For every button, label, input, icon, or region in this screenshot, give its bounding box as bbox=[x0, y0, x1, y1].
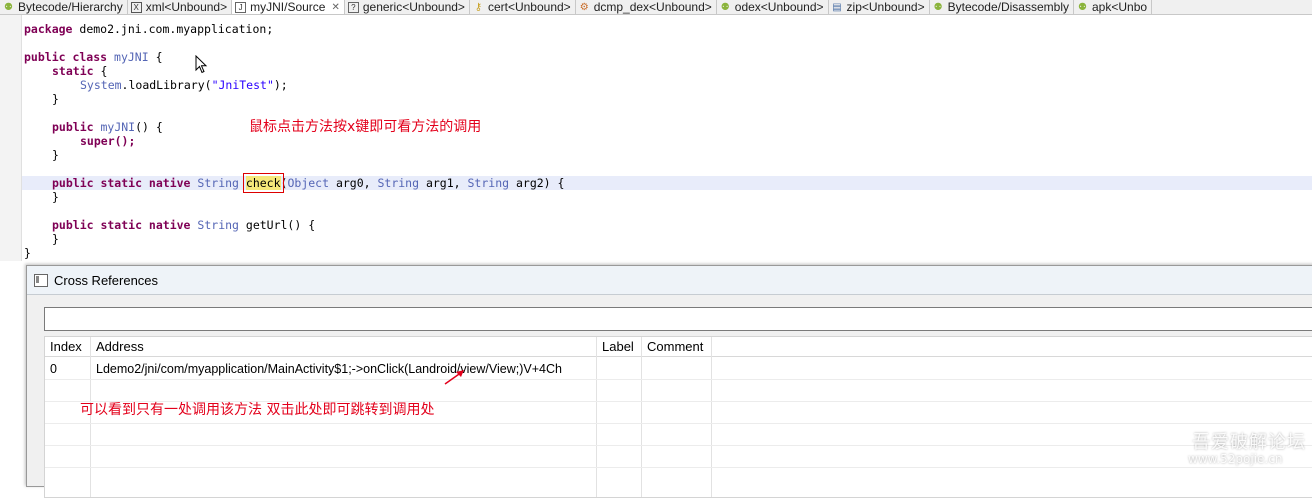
editor-annotation: 鼠标点击方法按x键即可看方法的调用 bbox=[249, 119, 482, 135]
editor-gutter bbox=[0, 15, 22, 261]
source-editor[interactable]: package demo2.jni.com.myapplication; pub… bbox=[0, 15, 1312, 261]
tab-0[interactable]: ⚉ Bytecode/Hierarchy bbox=[0, 0, 128, 14]
mouse-pointer-icon bbox=[195, 55, 208, 74]
cell-comment[interactable] bbox=[642, 358, 712, 380]
gear-icon: ⚙ bbox=[579, 1, 589, 13]
cross-references-window[interactable]: Cross References Index Address Label Com… bbox=[26, 265, 1312, 498]
tab-label: Bytecode/Disassembly bbox=[947, 0, 1069, 14]
column-header-index[interactable]: Index bbox=[45, 337, 91, 357]
tab-5[interactable]: ⚙ dcmp_dex<Unbound> bbox=[576, 0, 717, 14]
code-line-close: } bbox=[52, 92, 59, 106]
tab-label: xml<Unbound> bbox=[145, 0, 228, 14]
window-title-bar[interactable]: Cross References bbox=[27, 266, 1312, 295]
column-header-comment[interactable]: Comment bbox=[642, 337, 712, 357]
red-arrow-icon bbox=[444, 370, 464, 385]
code-line-close: } bbox=[52, 232, 59, 246]
tab-9[interactable]: ⚉ apk<Unbo bbox=[1074, 0, 1153, 14]
watermark-title: 吾爱破解论坛 bbox=[1192, 432, 1306, 453]
xref-table[interactable]: Index Address Label Comment 0 Ldemo2/jni… bbox=[44, 336, 1312, 498]
tab-8[interactable]: ⚉ Bytecode/Disassembly bbox=[930, 0, 1074, 14]
row-divider bbox=[45, 423, 1312, 424]
filter-input[interactable] bbox=[45, 308, 1312, 328]
code-line-package[interactable]: package demo2.jni.com.myapplication; bbox=[24, 22, 273, 36]
code-line-close: } bbox=[52, 190, 59, 204]
tab-4[interactable]: ⚷ cert<Unbound> bbox=[470, 0, 576, 14]
tab-label: cert<Unbound> bbox=[487, 0, 571, 14]
code-line-close: } bbox=[52, 148, 59, 162]
filter-input-box[interactable] bbox=[44, 307, 1312, 331]
code-line-class-decl[interactable]: public class myJNI { bbox=[24, 50, 163, 64]
tab-label: apk<Unbo bbox=[1092, 0, 1148, 14]
code-line-super[interactable]: super(); bbox=[80, 134, 135, 148]
key-icon: ⚷ bbox=[474, 1, 483, 13]
xml-icon: X bbox=[130, 1, 142, 13]
android-icon: ⚉ bbox=[1078, 1, 1087, 13]
generic-icon: ? bbox=[347, 1, 359, 13]
tab-1[interactable]: Xxml<Unbound> bbox=[128, 0, 233, 14]
code-line-static[interactable]: static { bbox=[52, 64, 107, 78]
tab-3[interactable]: ? generic<Unbound> bbox=[345, 0, 470, 14]
column-header-label[interactable]: Label bbox=[597, 337, 642, 357]
tab-label: generic<Unbound> bbox=[362, 0, 465, 14]
android-icon: ⚉ bbox=[933, 1, 943, 13]
cell-address[interactable]: Ldemo2/jni/com/myapplication/MainActivit… bbox=[91, 358, 597, 380]
xref-annotation: 可以看到只有一处调用该方法 双击此处即可跳转到调用处 bbox=[80, 402, 435, 418]
tab-7[interactable]: ▤ zip<Unbound> bbox=[829, 0, 930, 14]
code-line-loadlibrary[interactable]: System.loadLibrary("JniTest"); bbox=[80, 78, 288, 92]
tab-label: Bytecode/Hierarchy bbox=[18, 0, 123, 14]
java-source-icon: J bbox=[235, 1, 247, 13]
code-line-class-close: } bbox=[24, 246, 31, 260]
editor-tab-bar: ⚉ Bytecode/Hierarchy Xxml<Unbound> JmyJNI/S… bbox=[0, 0, 1312, 15]
cell-label[interactable] bbox=[597, 358, 642, 380]
tab-label: myJNI/Source bbox=[250, 0, 326, 14]
zip-icon: ▤ bbox=[832, 1, 842, 13]
column-header-address[interactable]: Address bbox=[91, 337, 597, 357]
window-title: Cross References bbox=[54, 272, 159, 288]
row-divider bbox=[45, 445, 1312, 446]
tab-label: dcmp_dex<Unbound> bbox=[593, 0, 712, 14]
check-method-name[interactable]: check bbox=[242, 173, 284, 193]
code-line-geturl-method[interactable]: public static native String getUrl() { bbox=[52, 218, 315, 232]
window-icon bbox=[34, 273, 48, 287]
cell-index[interactable]: 0 bbox=[45, 358, 91, 380]
code-line-constructor[interactable]: public myJNI() { bbox=[52, 120, 163, 134]
tab-label: zip<Unbound> bbox=[846, 0, 925, 14]
android-icon: ⚉ bbox=[4, 1, 13, 13]
android-icon: ⚉ bbox=[720, 1, 730, 13]
tab-6[interactable]: ⚉ odex<Unbound> bbox=[717, 0, 829, 14]
close-tab-icon[interactable]: ✕ bbox=[331, 2, 339, 13]
tab-label: odex<Unbound> bbox=[734, 0, 824, 14]
code-line-check-method[interactable]: public static native String check(Object… bbox=[52, 173, 564, 193]
class-name: myJNI bbox=[107, 50, 149, 64]
column-header-filler bbox=[712, 337, 1312, 357]
tab-2[interactable]: JmyJNI/Source ✕ bbox=[232, 0, 345, 14]
row-divider bbox=[45, 467, 1312, 468]
watermark-url: www.52pojie.cn bbox=[1188, 452, 1283, 466]
